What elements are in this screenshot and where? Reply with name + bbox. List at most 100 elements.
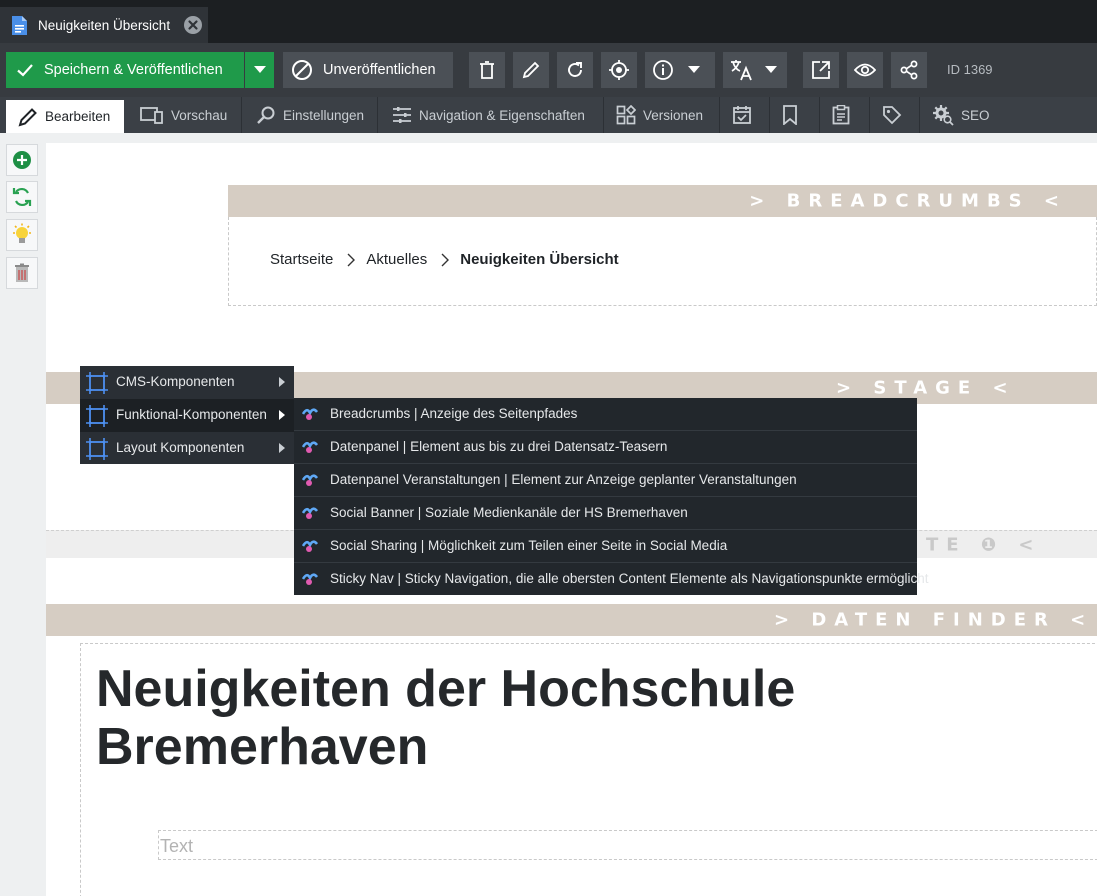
versions-icon (616, 105, 636, 125)
document-tab[interactable]: Neuigkeiten Übersicht (0, 7, 208, 43)
component-frame-icon (86, 405, 108, 427)
trash-button[interactable] (6, 257, 38, 289)
reload-areas-button[interactable] (6, 181, 38, 213)
component-brick-icon (302, 441, 318, 453)
pencil-icon (18, 107, 37, 126)
reload-button[interactable] (557, 52, 593, 88)
tab-edit[interactable]: Bearbeiten (6, 100, 124, 133)
menu-item-label: Funktional-Komponenten (116, 407, 267, 422)
calendar-check-icon (733, 106, 751, 124)
info-dropdown-button[interactable] (645, 52, 715, 88)
component-brick-icon (302, 507, 318, 519)
save-options-dropdown-button[interactable] (245, 52, 274, 88)
breadcrumb-item[interactable]: Aktuelles (366, 251, 427, 268)
tab-preview[interactable]: Vorschau (128, 97, 240, 133)
highlight-areas-button[interactable] (6, 219, 38, 251)
caret-down-icon (765, 66, 777, 73)
breadcrumbs-area-label: > BREADCRUMBS < (749, 190, 1067, 212)
menu-item-label: CMS-Komponenten (116, 374, 235, 389)
clipboard-icon (832, 105, 850, 125)
chevron-right-icon (441, 253, 450, 266)
editor-side-rail (0, 133, 46, 896)
block-icon (292, 60, 312, 80)
submenu-item-social-sharing[interactable]: Social Sharing | Möglichkeit zum Teilen … (294, 530, 917, 563)
stage-area-label: > STAGE < (836, 377, 1016, 399)
pencil-icon (522, 61, 540, 79)
cms-editor-window: Neuigkeiten Übersicht Speichern & Veröff… (0, 0, 1097, 896)
trash-icon (15, 263, 29, 282)
rename-button[interactable] (513, 52, 549, 88)
tab-settings-label: Einstellungen (283, 107, 365, 123)
submenu-item-datenpanel[interactable]: Datenpanel | Element aus bis zu drei Dat… (294, 431, 917, 464)
document-id-label: ID 1369 (947, 62, 993, 77)
tab-tasks[interactable] (820, 97, 868, 133)
component-frame-icon (86, 372, 108, 394)
tab-settings[interactable]: Einstellungen (244, 97, 376, 133)
eye-icon (854, 63, 876, 77)
component-brick-icon (302, 408, 318, 420)
share-icon (900, 60, 918, 80)
unpublish-button[interactable]: Unveröffentlichen (283, 52, 453, 88)
tab-bookmark[interactable] (770, 97, 818, 133)
refresh-icon (568, 62, 582, 77)
search-settings-icon (257, 106, 275, 124)
tab-seo[interactable]: SEO (920, 97, 996, 133)
component-brick-icon (302, 540, 318, 552)
locate-in-tree-button[interactable] (601, 52, 637, 88)
document-icon (12, 15, 27, 35)
submenu-item-sticky-nav[interactable]: Sticky Nav | Sticky Navigation, die alle… (294, 563, 929, 596)
tab-seo-label: SEO (961, 107, 990, 123)
submenu-item-label: Social Sharing | Möglichkeit zum Teilen … (330, 538, 728, 553)
submenu-item-datenpanel-veranstaltungen[interactable]: Datenpanel Veranstaltungen | Element zur… (294, 464, 917, 497)
component-frame-icon (86, 438, 108, 460)
breadcrumb-current: Neuigkeiten Übersicht (460, 251, 619, 268)
tab-edit-label: Bearbeiten (45, 109, 111, 124)
tab-versions[interactable]: Versionen (604, 97, 718, 133)
tab-schedule[interactable] (720, 97, 768, 133)
info-icon (653, 60, 673, 80)
save-publish-button[interactable]: Speichern & Veröffentlichen (6, 52, 244, 88)
sliders-icon (393, 107, 411, 123)
daten-finder-area-header: > DATEN FINDER < (46, 604, 1097, 636)
daten-finder-area-label: > DATEN FINDER < (774, 609, 1094, 631)
component-brick-icon (302, 474, 318, 486)
chevron-right-icon (347, 253, 356, 266)
tab-divider (377, 97, 378, 133)
document-tab-bar: Neuigkeiten Übersicht (0, 0, 1097, 43)
bookmark-icon (783, 105, 797, 125)
preview-button[interactable] (847, 52, 883, 88)
submenu-item-label: Social Banner | Soziale Medienkanäle der… (330, 505, 688, 520)
tab-tags[interactable] (870, 97, 918, 133)
seo-gear-icon (933, 105, 954, 126)
add-component-menu: CMS-Komponenten Funktional-Komponenten L… (80, 366, 294, 464)
submenu-arrow-icon (279, 443, 285, 453)
menu-item-functional-components[interactable]: Funktional-Komponenten (80, 399, 294, 432)
page-headline[interactable]: Neuigkeiten der Hochschule Bremerhaven (96, 660, 856, 776)
submenu-item-label: Breadcrumbs | Anzeige des Seitenpfades (330, 406, 578, 421)
menu-item-label: Layout Komponenten (116, 440, 245, 455)
tab-preview-label: Vorschau (171, 107, 228, 123)
menu-item-layout-components[interactable]: Layout Komponenten (80, 432, 294, 465)
tab-navigation-properties[interactable]: Navigation & Eigenschaften (380, 97, 602, 133)
breadcrumb-item[interactable]: Startseite (270, 251, 333, 268)
submenu-item-label: Sticky Nav | Sticky Navigation, die alle… (330, 571, 929, 586)
submenu-item-label: Datenpanel Veranstaltungen | Element zur… (330, 472, 797, 487)
editor-tab-bar: Bearbeiten Vorschau Einstellungen Naviga… (0, 97, 1097, 133)
add-component-button[interactable] (6, 144, 38, 176)
menu-item-cms-components[interactable]: CMS-Komponenten (80, 366, 294, 399)
close-tab-icon[interactable] (184, 16, 202, 34)
open-in-new-window-button[interactable] (803, 52, 839, 88)
submenu-item-social-banner[interactable]: Social Banner | Soziale Medienkanäle der… (294, 497, 917, 530)
sync-icon (12, 187, 32, 207)
lightbulb-icon (13, 223, 31, 243)
trash-icon (480, 61, 494, 79)
submenu-item-breadcrumbs[interactable]: Breadcrumbs | Anzeige des Seitenpfades (294, 398, 917, 431)
document-tab-title: Neuigkeiten Übersicht (38, 17, 171, 33)
external-link-icon (812, 61, 830, 79)
share-button[interactable] (891, 52, 927, 88)
text-placeholder-field[interactable]: Text (158, 830, 1097, 860)
tab-navigation-properties-label: Navigation & Eigenschaften (419, 107, 585, 123)
translate-icon (731, 60, 752, 81)
delete-button[interactable] (469, 52, 505, 88)
translate-dropdown-button[interactable] (723, 52, 787, 88)
